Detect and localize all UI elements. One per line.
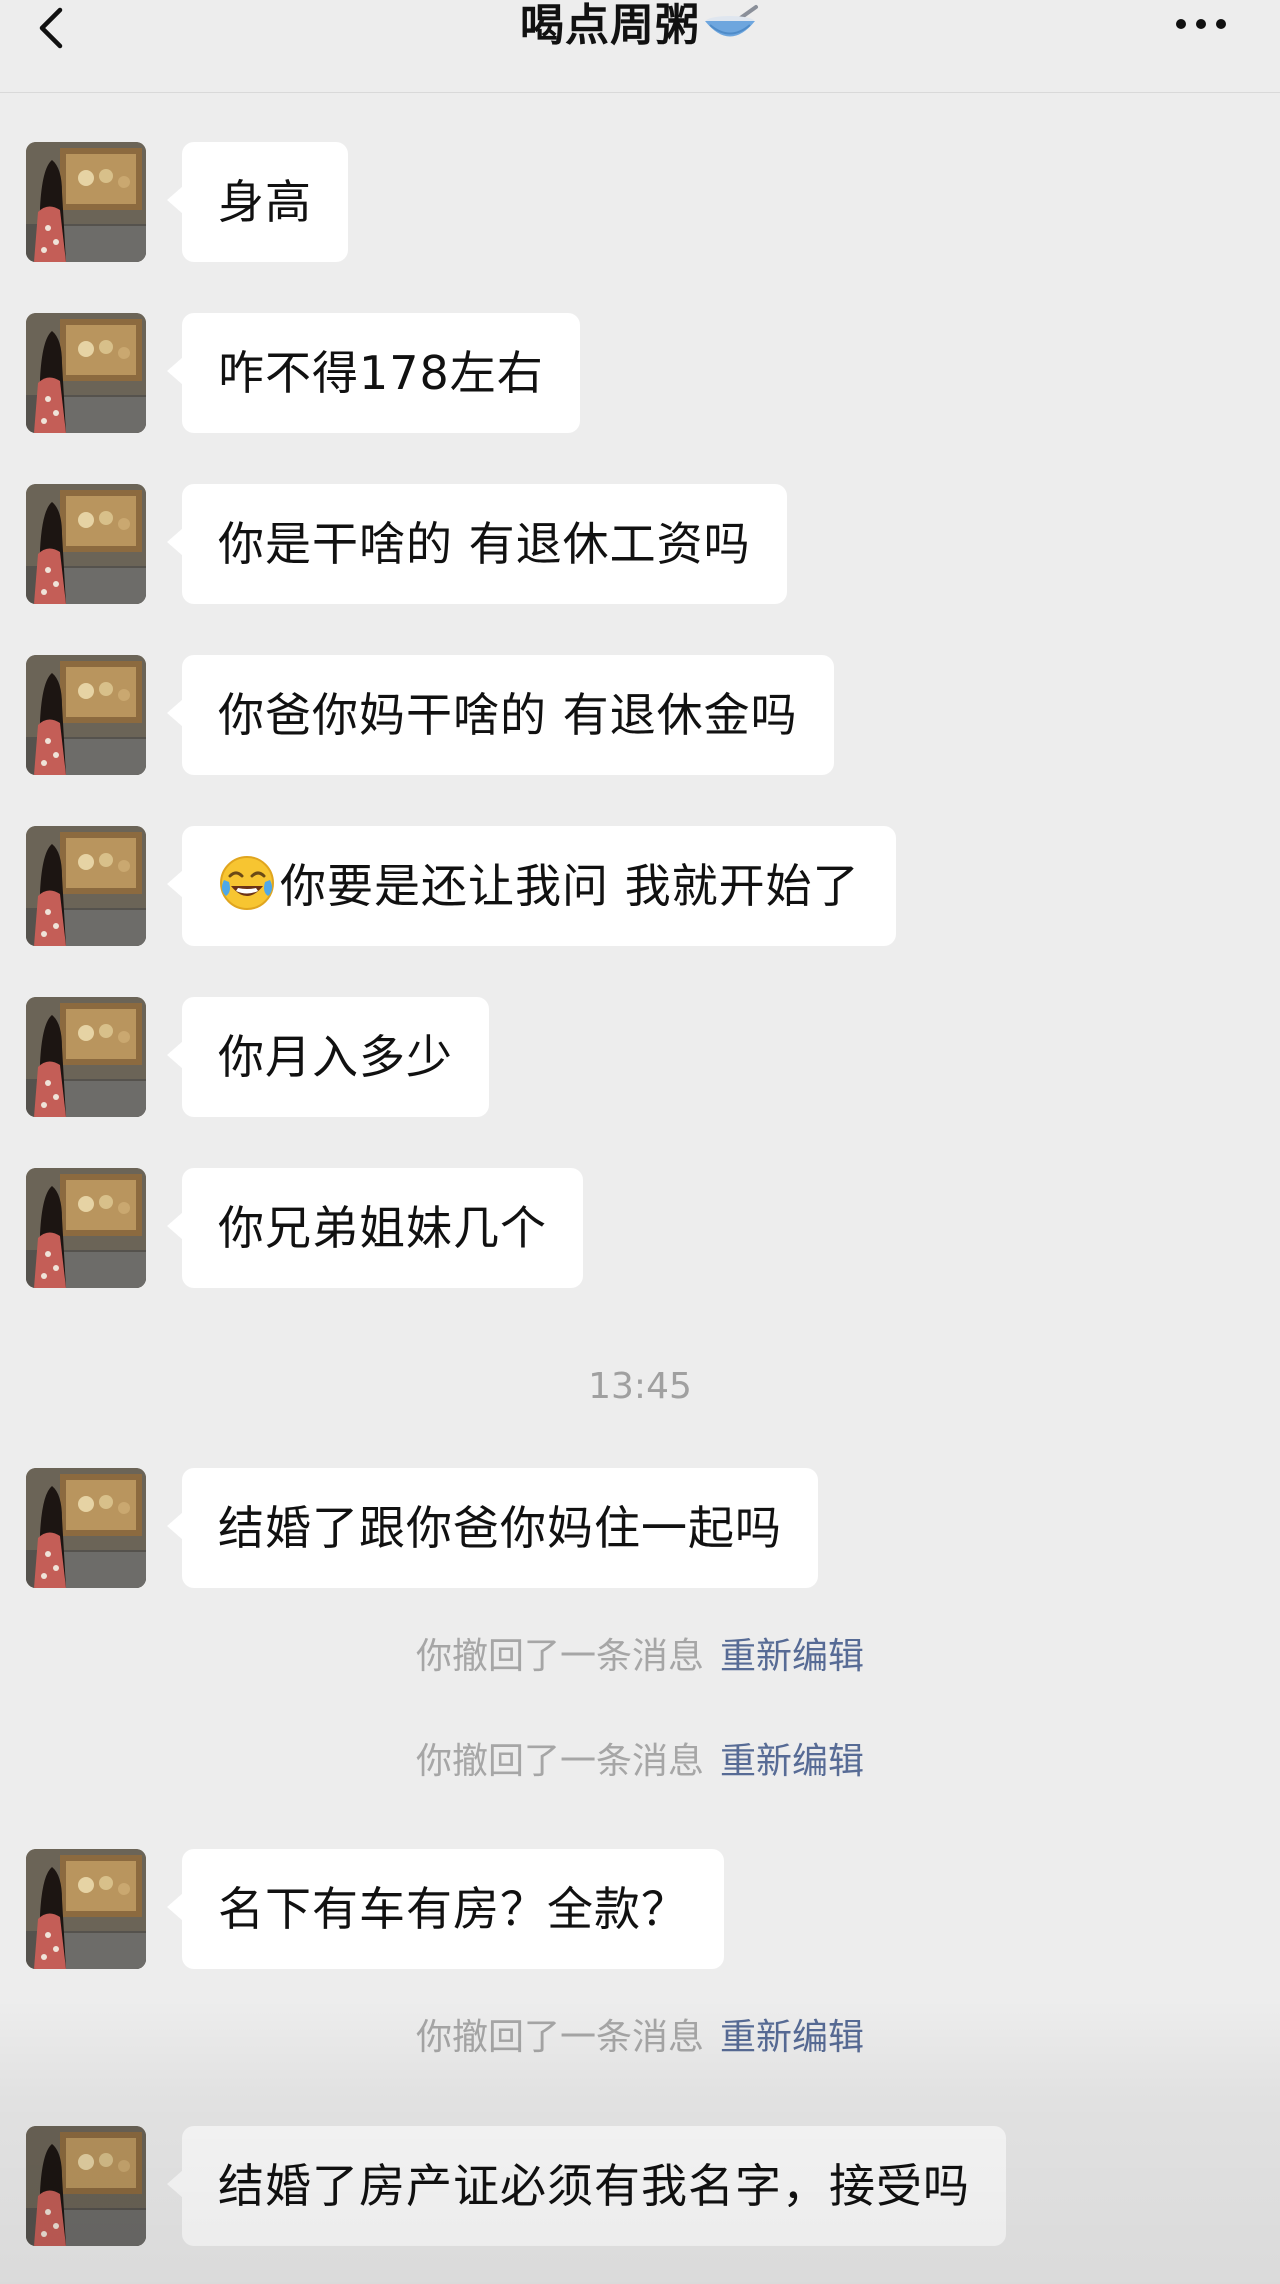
avatar-image xyxy=(26,997,146,1117)
avatar-image xyxy=(26,826,146,946)
reedit-link[interactable]: 重新编辑 xyxy=(720,2017,864,2058)
reedit-link[interactable]: 重新编辑 xyxy=(720,1636,864,1677)
message-text: 咋不得178左右 xyxy=(218,346,544,400)
message-bubble[interactable]: 咋不得178左右 xyxy=(167,313,580,433)
message-row: 你要是还让我问 我就开始了 xyxy=(0,826,1280,946)
recall-notice-text: 你撤回了一条消息 xyxy=(415,1636,704,1677)
reedit-link[interactable]: 重新编辑 xyxy=(720,1741,864,1782)
message-timestamp: 13:45 xyxy=(588,1366,692,1407)
message-bubble[interactable]: 你兄弟姐妹几个 xyxy=(167,1168,583,1288)
message-text: 你兄弟姐妹几个 xyxy=(218,1201,547,1255)
avatar-image xyxy=(26,2126,146,2246)
more-options-icon[interactable] xyxy=(1174,14,1228,34)
tears-of-joy-emoji-icon xyxy=(220,856,274,910)
message-text: 你爸你妈干啥的 有退休金吗 xyxy=(218,688,798,742)
contact-avatar[interactable] xyxy=(26,1468,146,1588)
message-row: 你爸你妈干啥的 有退休金吗 xyxy=(0,655,1280,775)
message-text: 你是干啥的 有退休工资吗 xyxy=(218,517,751,571)
contact-avatar[interactable] xyxy=(26,313,146,433)
message-row: 你是干啥的 有退休工资吗 xyxy=(0,484,1280,604)
message-row: 你兄弟姐妹几个 xyxy=(0,1168,1280,1288)
message-bubble[interactable]: 你是干啥的 有退休工资吗 xyxy=(167,484,787,604)
recall-notice-text: 你撤回了一条消息 xyxy=(415,1741,704,1782)
message-text: 结婚了房产证必须有我名字，接受吗 xyxy=(218,2159,970,2213)
avatar-image xyxy=(26,1468,146,1588)
avatar-image xyxy=(26,142,146,262)
chat-title: 喝点周粥 xyxy=(0,0,1280,52)
message-bubble[interactable]: 身高 xyxy=(167,142,348,262)
message-bubble[interactable]: 你要是还让我问 我就开始了 xyxy=(167,826,896,946)
contact-avatar[interactable] xyxy=(26,484,146,604)
message-bubble[interactable]: 名下有车有房？全款？ xyxy=(167,1849,724,1969)
message-bubble[interactable]: 你月入多少 xyxy=(167,997,489,1117)
contact-avatar[interactable] xyxy=(26,826,146,946)
avatar-image xyxy=(26,1849,146,1969)
chat-title-text: 喝点周粥 xyxy=(520,0,700,51)
avatar-image xyxy=(26,655,146,775)
recall-notice: 你撤回了一条消息 重新编辑 xyxy=(0,1632,1280,1682)
message-text: 你月入多少 xyxy=(218,1030,453,1084)
bowl-with-spoon-icon xyxy=(705,5,758,37)
contact-avatar[interactable] xyxy=(26,1849,146,1969)
message-row: 结婚了房产证必须有我名字，接受吗 xyxy=(0,2126,1280,2246)
message-row: 结婚了跟你爸你妈住一起吗 xyxy=(0,1468,1280,1588)
message-bubble[interactable]: 结婚了房产证必须有我名字，接受吗 xyxy=(167,2126,1006,2246)
message-text: 结婚了跟你爸你妈住一起吗 xyxy=(218,1501,782,1555)
message-bubble[interactable]: 你爸你妈干啥的 有退休金吗 xyxy=(167,655,834,775)
contact-avatar[interactable] xyxy=(26,997,146,1117)
message-text: 名下有车有房？全款？ xyxy=(218,1882,688,1936)
message-row: 咋不得178左右 xyxy=(0,313,1280,433)
contact-avatar[interactable] xyxy=(26,142,146,262)
contact-avatar[interactable] xyxy=(26,2126,146,2246)
avatar-image xyxy=(26,484,146,604)
message-row: 名下有车有房？全款？ xyxy=(0,1849,1280,1969)
contact-avatar[interactable] xyxy=(26,655,146,775)
message-text: 身高 xyxy=(218,175,312,229)
message-row: 身高 xyxy=(0,142,1280,262)
recall-notice: 你撤回了一条消息 重新编辑 xyxy=(0,1737,1280,1787)
message-text: 你要是还让我问 我就开始了 xyxy=(280,859,860,913)
chat-header: 喝点周粥 xyxy=(0,0,1280,93)
avatar-image xyxy=(26,1168,146,1288)
recall-notice-text: 你撤回了一条消息 xyxy=(415,2017,704,2058)
message-bubble[interactable]: 结婚了跟你爸你妈住一起吗 xyxy=(167,1468,818,1588)
recall-notice: 你撤回了一条消息 重新编辑 xyxy=(0,2013,1280,2063)
avatar-image xyxy=(26,313,146,433)
message-row: 你月入多少 xyxy=(0,997,1280,1117)
contact-avatar[interactable] xyxy=(26,1168,146,1288)
